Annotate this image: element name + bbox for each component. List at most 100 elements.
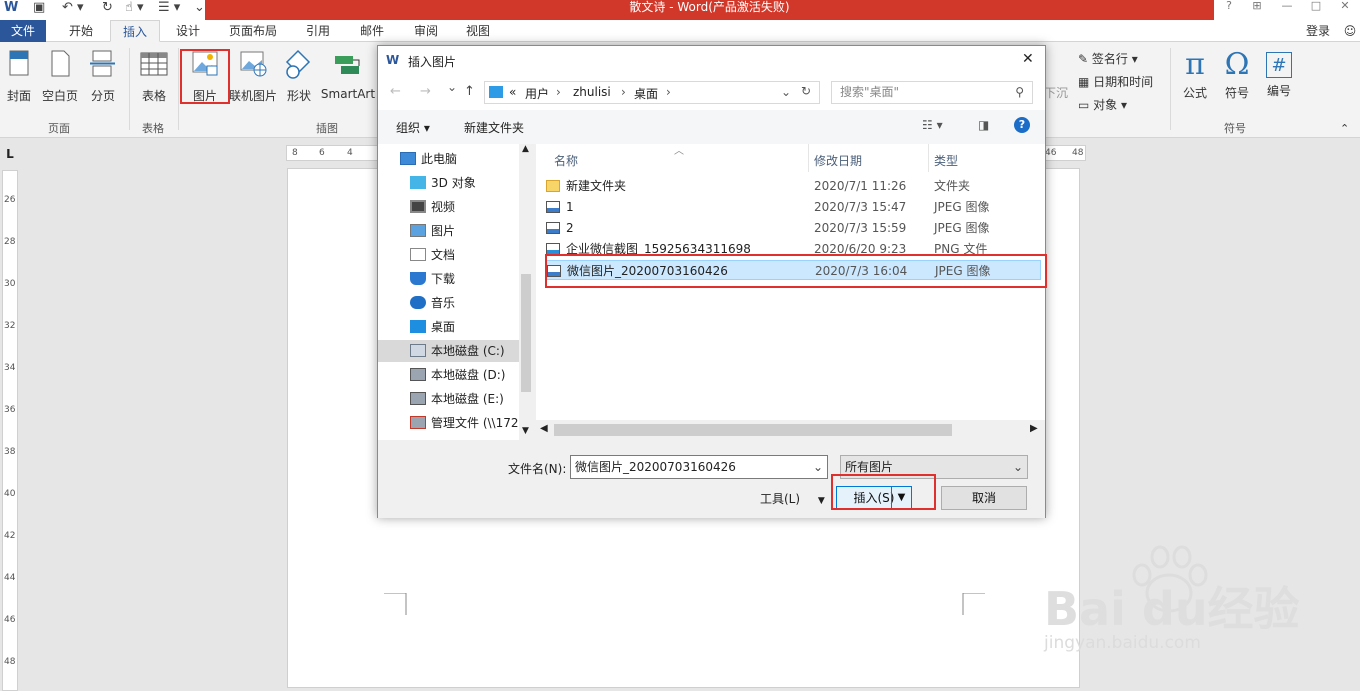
nav-item[interactable]: 本地磁盘 (C:)	[378, 340, 519, 362]
cover-page-button[interactable]: 封面	[4, 48, 34, 104]
tab-layout[interactable]: 页面布局	[220, 20, 286, 42]
date-time-button[interactable]: ▦ 日期和时间	[1078, 73, 1153, 90]
nav-item[interactable]: 3D 对象	[410, 172, 476, 194]
address-dropdown-icon[interactable]: ⌄	[781, 85, 791, 99]
nav-item[interactable]: 文档	[410, 244, 455, 266]
nav-item[interactable]: 音乐	[410, 292, 455, 314]
cancel-button[interactable]: 取消	[941, 486, 1027, 510]
nav-item[interactable]: 视频	[410, 196, 455, 218]
tab-review[interactable]: 审阅	[404, 20, 448, 42]
file-row[interactable]: 2 2020/7/3 15:59 JPEG 图像	[546, 218, 1041, 238]
forward-icon[interactable]: →	[420, 84, 431, 99]
dialog-close-button[interactable]: ✕	[1022, 51, 1034, 67]
touch-mode-icon[interactable]: ☝ ▾	[125, 0, 144, 18]
smartart-button[interactable]: SmartArt	[320, 48, 376, 101]
breadcrumb-separator-icon: ›	[666, 85, 671, 99]
collapse-ribbon-icon[interactable]: ⌃	[1340, 122, 1349, 135]
tools-button[interactable]: 工具(L) ▼	[760, 488, 825, 510]
tab-home[interactable]: 开始	[58, 20, 104, 42]
column-name[interactable]: 名称	[554, 152, 578, 169]
tab-view[interactable]: 视图	[456, 20, 500, 42]
breadcrumb-desktop[interactable]: 桌面	[634, 85, 658, 102]
sort-ascending-icon: ︿	[674, 146, 684, 157]
column-date[interactable]: 修改日期	[814, 152, 862, 169]
nav-item-label: 文档	[431, 248, 456, 262]
organize-button[interactable]: 组织 ▾	[396, 119, 430, 136]
filename-dropdown-icon[interactable]: ⌄	[813, 456, 823, 478]
address-bar[interactable]: « 用户 › zhulisi › 桌面 › ⌄ ↻	[484, 81, 820, 104]
nav-item[interactable]: 本地磁盘 (E:)	[410, 388, 504, 410]
scroll-left-icon[interactable]: ◀	[540, 423, 548, 434]
scroll-up-icon[interactable]: ▲	[522, 144, 529, 154]
scroll-right-icon[interactable]: ▶	[1030, 423, 1038, 434]
undo-icon[interactable]: ↶ ▾	[62, 0, 84, 18]
ruler-tick: 48	[4, 657, 16, 667]
navigation-scrollbar[interactable]: ▲ ▼	[519, 144, 533, 440]
breadcrumb-user[interactable]: zhulisi	[573, 85, 611, 99]
up-icon[interactable]: ↑	[464, 84, 475, 99]
help-icon[interactable]: ?	[1014, 117, 1030, 133]
back-icon[interactable]: ←	[390, 84, 401, 99]
filename-input[interactable]: 微信图片_20200703160426 ⌄	[570, 455, 828, 479]
dropcap-button[interactable]: 下沉	[1044, 84, 1068, 101]
file-type: 文件夹	[934, 179, 971, 193]
help-button[interactable]: ?	[1218, 0, 1240, 14]
horizontal-scrollbar[interactable]: ◀ ▶	[536, 420, 1045, 440]
save-icon[interactable]: ▣	[33, 0, 45, 18]
maximize-button[interactable]: □	[1305, 0, 1327, 14]
nav-item[interactable]: 本地磁盘 (D:)	[410, 364, 505, 386]
search-input[interactable]: 搜索"桌面" ⚲	[831, 81, 1033, 104]
nav-item[interactable]: 桌面	[410, 316, 455, 338]
ribbon-tabs: 文件 开始 插入 设计 页面布局 引用 邮件 审阅 视图 登录 ☺	[0, 20, 1360, 42]
customize-qat-icon[interactable]: ⌄	[194, 0, 205, 18]
close-button[interactable]: ✕	[1334, 0, 1356, 14]
scroll-thumb[interactable]	[554, 424, 952, 436]
vertical-ruler[interactable]: 26 28 30 32 34 36 38 40 42 44 46 48	[2, 170, 18, 691]
ruler-tick: 46	[1045, 148, 1057, 158]
tab-references[interactable]: 引用	[296, 20, 340, 42]
nav-item[interactable]: 此电脑	[400, 148, 457, 170]
nav-item-label: 下载	[431, 272, 456, 286]
table-button[interactable]: 表格	[138, 48, 170, 104]
new-folder-button[interactable]: 新建文件夹	[464, 119, 524, 136]
window-title: 散文诗 - Word(产品激活失败)	[205, 0, 1214, 20]
object-button[interactable]: ▭ 对象 ▾	[1078, 96, 1127, 113]
page-break-button[interactable]: 分页	[88, 48, 118, 104]
folder-icon	[546, 180, 560, 192]
tab-design[interactable]: 设计	[166, 20, 210, 42]
nav-item[interactable]: 下载	[410, 268, 455, 290]
scroll-down-icon[interactable]: ▼	[522, 426, 529, 436]
paragraph-spacing-icon[interactable]: ☰ ▾	[158, 0, 180, 18]
ribbon-display-button[interactable]: ⊞	[1246, 0, 1268, 14]
tab-mailings[interactable]: 邮件	[350, 20, 394, 42]
equation-button[interactable]: π 公式	[1178, 48, 1212, 101]
online-picture-button[interactable]: 联机图片	[229, 48, 277, 104]
refresh-icon[interactable]: ↻	[801, 84, 811, 98]
breadcrumb-overflow[interactable]: «	[509, 85, 516, 99]
baidu-watermark: Bai du经验 jingyan.baidu.com	[1040, 545, 1340, 665]
column-type[interactable]: 类型	[934, 152, 958, 169]
preview-pane-icon[interactable]: ◨	[978, 118, 989, 132]
view-options-icon[interactable]: ☷ ▾	[922, 118, 943, 132]
signature-line-button[interactable]: ✎ 签名行 ▾	[1078, 50, 1138, 67]
watermark-brand: Bai du经验	[1044, 582, 1300, 636]
redo-icon[interactable]: ↻	[102, 0, 113, 18]
sign-in-link[interactable]: 登录	[1298, 20, 1338, 42]
ruler-tick: 28	[4, 237, 16, 247]
scroll-thumb[interactable]	[521, 274, 531, 392]
tab-insert[interactable]: 插入	[110, 20, 160, 42]
tab-file[interactable]: 文件	[0, 20, 46, 42]
shapes-button[interactable]: 形状	[283, 48, 315, 104]
minimize-button[interactable]: —	[1276, 0, 1298, 14]
nav-item[interactable]: 管理文件 (\\172	[410, 412, 519, 434]
breadcrumb-users[interactable]: 用户	[525, 85, 549, 102]
file-row[interactable]: 新建文件夹 2020/7/1 11:26 文件夹	[546, 176, 1041, 196]
blank-page-button[interactable]: 空白页	[40, 48, 80, 104]
number-button[interactable]: # 编号	[1262, 48, 1296, 99]
symbol-button[interactable]: Ω 符号	[1220, 48, 1254, 101]
file-row[interactable]: 1 2020/7/3 15:47 JPEG 图像	[546, 197, 1041, 217]
ruler-tab-selector[interactable]: L	[0, 140, 20, 168]
nav-item[interactable]: 图片	[410, 220, 455, 242]
recent-dropdown-icon[interactable]: ⌄	[447, 80, 457, 94]
highlight-picture-button	[180, 49, 230, 104]
